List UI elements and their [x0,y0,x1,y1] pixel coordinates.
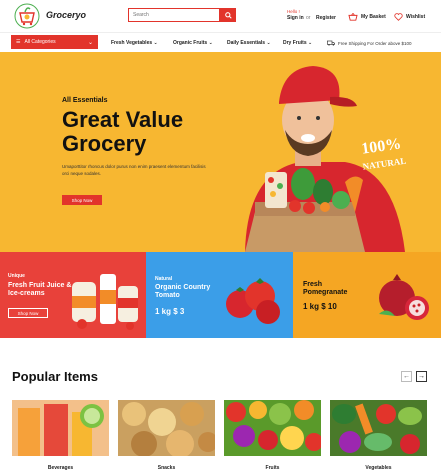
chevron-down-icon: ⌄ [87,39,93,46]
basket-link[interactable]: My Basket [348,13,386,21]
search-input[interactable] [128,8,220,22]
vegetables-image[interactable] [330,400,427,456]
wishlist-label: Wishlist [406,14,426,20]
truck-icon [327,40,335,46]
category-label[interactable]: Snacks [118,465,215,471]
nav-fresh-vegetables[interactable]: Fresh Vegetables ⌄ [111,40,158,46]
nav-dry-fruits[interactable]: Dry Fruits ⌄ [283,40,312,46]
popular-items-heading: Popular Items [12,369,98,384]
pomegranate-image [379,274,429,320]
promo-card-tomato[interactable]: Natural Organic Country Tomato 1 kg $ 3 [146,252,293,338]
beverages-image[interactable] [12,400,109,456]
arrow-left-icon: ← [403,373,410,380]
all-categories-button[interactable]: ☰ All Categories ⌄ [11,35,98,49]
hero-eyebrow: All Essentials [62,97,108,104]
or-text: or [306,15,311,21]
search-button[interactable] [220,8,236,22]
hero-shop-button[interactable]: Shop Now [62,195,102,205]
next-arrow-button[interactable]: → [416,371,427,382]
promo-card-pomegranate[interactable]: Fresh Pomegranate 1 kg $ 10 [293,252,441,338]
arrow-right-icon: → [418,373,425,380]
promo-card-juice[interactable]: Unique Fresh Fruit Juice & Ice-creams Sh… [0,252,146,338]
hero-banner: All Essentials Great Value Grocery Umapo… [0,52,441,252]
tomato-image [226,278,280,324]
fruits-image[interactable] [224,400,321,456]
promo-title: Organic Country Tomato [155,284,211,299]
brand-name[interactable]: Groceryo [46,10,86,20]
categories-label: All Categories [24,39,56,45]
badge-natural: NATURAL [362,156,407,172]
search-icon [224,11,232,19]
snacks-image[interactable] [118,400,215,456]
category-label[interactable]: Fruits [224,465,321,471]
category-label[interactable]: Beverages [12,465,109,471]
heart-icon [394,13,403,21]
wishlist-link[interactable]: Wishlist [394,13,425,21]
logo-icon[interactable] [14,3,40,29]
category-label[interactable]: Vegetables [330,465,427,471]
greeting-text: Hello ! [287,9,300,14]
menu-icon: ☰ [16,39,21,45]
promo-eyebrow: Unique [8,273,25,279]
hero-description: Umaporttitor rhoncus dolor purus non eni… [62,164,206,176]
shipping-text: Free Shipping For Order above $100 [338,40,412,46]
promo-price: 1 kg $ 3 [155,307,185,316]
promo-shop-button[interactable]: Shop Now [8,308,48,318]
main-nav: ☰ All Categories ⌄ Fresh Vegetables ⌄ Or… [0,32,441,52]
shipping-notice: Free Shipping For Order above $100 [327,40,412,46]
juice-image [72,274,138,330]
signin-link[interactable]: Sign in [287,15,304,21]
nav-daily-essentials[interactable]: Daily Essentials ⌄ [227,40,271,46]
prev-arrow-button[interactable]: ← [401,371,412,382]
site-header: Groceryo Hello ! Sign in or Register My … [0,0,441,32]
register-link[interactable]: Register [316,15,336,21]
promo-price: 1 kg $ 10 [303,302,337,311]
basket-label: My Basket [361,14,386,20]
promo-title: Fresh Pomegranate [303,281,348,296]
hero-image: 100% NATURAL [245,66,407,252]
basket-icon [348,13,358,21]
nav-organic-fruits[interactable]: Organic Fruits ⌄ [173,40,213,46]
promo-eyebrow: Natural [155,276,173,282]
badge-percent: 100% [360,135,402,157]
